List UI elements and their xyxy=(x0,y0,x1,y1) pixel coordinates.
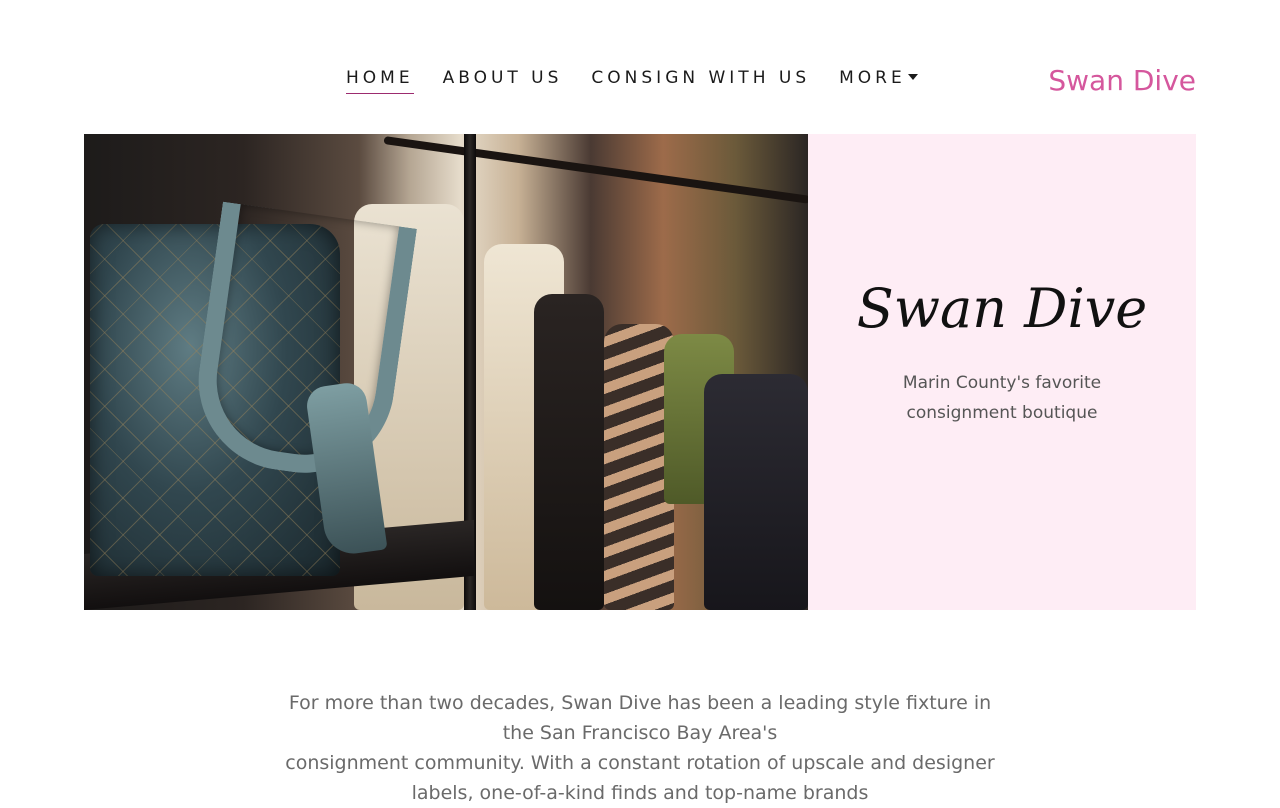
hero-section: Swan Dive Marin County's favorite consig… xyxy=(84,134,1196,610)
hero-title: Swan Dive xyxy=(856,276,1148,340)
garment-black xyxy=(534,294,604,610)
nav-home[interactable]: HOME xyxy=(346,68,414,94)
nav-about-us[interactable]: ABOUT US xyxy=(443,68,563,94)
clothing-rack-rod xyxy=(383,136,808,204)
garment-dark xyxy=(704,374,808,610)
hero-subtitle: Marin County's favorite consignment bout… xyxy=(902,372,1102,423)
nav-consign-with-us[interactable]: CONSIGN WITH US xyxy=(591,68,810,94)
caret-down-icon xyxy=(907,74,918,80)
intro-paragraph-line-2: consignment community. With a constant r… xyxy=(285,752,995,804)
hero-text-panel: Swan Dive Marin County's favorite consig… xyxy=(808,134,1196,610)
intro-text: For more than two decades, Swan Dive has… xyxy=(280,688,1000,808)
hero-photo xyxy=(84,134,808,610)
nav-more-label: MORE xyxy=(839,68,906,88)
nav-more-dropdown[interactable]: MORE xyxy=(839,68,918,94)
brand-logo-link[interactable]: Swan Dive xyxy=(1048,64,1196,97)
intro-paragraph-line-1: For more than two decades, Swan Dive has… xyxy=(288,692,992,744)
top-navigation: HOME ABOUT US CONSIGN WITH US MORE Swan … xyxy=(0,62,1280,102)
nav-links: HOME ABOUT US CONSIGN WITH US MORE xyxy=(346,68,918,94)
